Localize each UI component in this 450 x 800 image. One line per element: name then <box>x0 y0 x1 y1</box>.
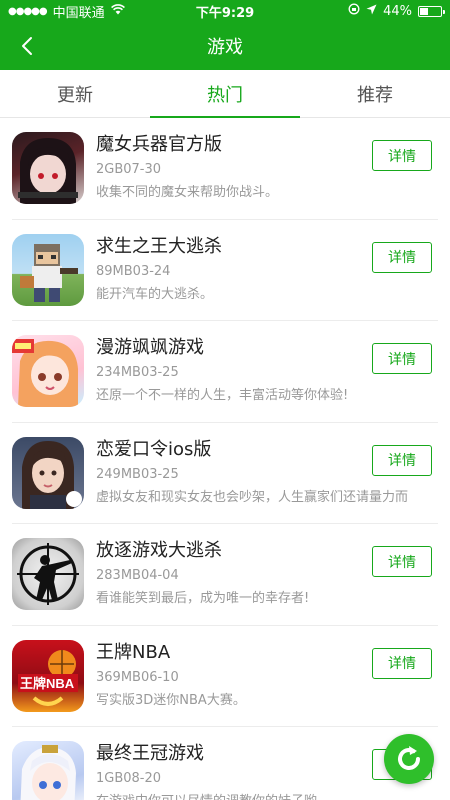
svg-text:王牌NBA: 王牌NBA <box>20 676 75 691</box>
status-bar: ●●●●● 中国联通 下午9:29 44% <box>0 0 450 22</box>
list-item[interactable]: 放逐游戏大逃杀 283MB04-04 看谁能笑到最后，成为唯一的幸存者! 详情 <box>12 524 438 626</box>
app-icon: 王牌NBA <box>12 639 84 712</box>
app-size-date: 234MB03-25 <box>96 365 179 380</box>
details-button[interactable]: 详情 <box>372 647 432 679</box>
app-icon <box>12 538 84 610</box>
app-size-date: 283MB04-04 <box>96 568 179 583</box>
app-description: 看谁能笑到最后，成为唯一的幸存者! <box>96 591 310 606</box>
app-list: 魔女兵器官方版 2GB07-30 收集不同的魔女来帮助你战斗。 详情 求生之王大… <box>0 118 450 800</box>
app-name: 漫游飒飒游戏 <box>96 337 204 358</box>
details-button[interactable]: 详情 <box>372 140 432 171</box>
app-description: 还原一个不一样的人生，丰富活动等你体验! <box>96 388 349 403</box>
app-description: 收集不同的魔女来帮助你战斗。 <box>96 185 279 200</box>
details-button[interactable]: 详情 <box>372 241 432 273</box>
app-size-date: 89MB03-24 <box>96 263 171 279</box>
app-description: 虚拟女友和现实女友也会吵架，人生赢家们还请量力而 <box>96 489 409 505</box>
app-name: 放逐游戏大逃杀 <box>96 540 222 561</box>
list-item[interactable]: 求生之王大逃杀 89MB03-24 能开汽车的大逃杀。 详情 <box>12 220 438 321</box>
app-description: 写实版3D迷你NBA大赛。 <box>96 692 246 708</box>
app-name: 最终王冠游戏 <box>96 743 204 764</box>
details-button[interactable]: 详情 <box>372 444 432 476</box>
list-item[interactable]: 魔女兵器官方版 2GB07-30 收集不同的魔女来帮助你战斗。 详情 <box>12 118 438 220</box>
tab-hot[interactable]: 热门 <box>150 70 300 118</box>
app-icon <box>12 436 84 509</box>
status-time: 下午9:29 <box>195 5 255 21</box>
page-title: 游戏 <box>207 37 243 58</box>
refresh-icon[interactable] <box>384 734 434 784</box>
app-icon <box>12 741 84 800</box>
app-name: 求生之王大逃杀 <box>96 235 222 257</box>
details-button[interactable]: 详情 <box>372 343 432 374</box>
list-item[interactable]: 最终王冠游戏 1GB08-20 在游戏中你可以尽情的调教你的妹子哟 详情 <box>12 727 438 800</box>
tab-update[interactable]: 更新 <box>0 70 150 117</box>
app-header: ●●●●● 中国联通 下午9:29 44% 游戏 <box>0 0 450 70</box>
list-item[interactable]: 王牌NBA 王牌NBA 369MB06-10 写实版3D迷你NBA大赛。 详情 <box>12 626 438 727</box>
app-name: 恋爱口令ios版 <box>96 438 212 460</box>
app-size-date: 369MB06-10 <box>96 669 179 685</box>
app-name: 王牌NBA <box>96 641 171 663</box>
app-size-date: 249MB03-25 <box>96 466 179 482</box>
app-icon <box>12 335 84 407</box>
battery-icon <box>418 5 445 17</box>
app-size-date: 1GB08-20 <box>96 771 162 786</box>
list-item[interactable]: 漫游飒飒游戏 234MB03-25 还原一个不一样的人生，丰富活动等你体验! 详… <box>12 321 438 423</box>
app-icon <box>12 132 84 204</box>
app-description: 在游戏中你可以尽情的调教你的妹子哟 <box>96 790 362 800</box>
app-description: 能开汽车的大逃杀。 <box>96 286 214 302</box>
tab-bar: 更新 热门 推荐 <box>0 70 450 118</box>
navigation-bar: 游戏 <box>0 22 450 70</box>
tab-recommend[interactable]: 推荐 <box>300 70 450 117</box>
app-name: 魔女兵器官方版 <box>96 134 222 155</box>
app-size-date: 2GB07-30 <box>96 162 162 177</box>
chevron-left-icon[interactable] <box>14 33 40 59</box>
details-button[interactable]: 详情 <box>372 546 432 577</box>
list-item[interactable]: 恋爱口令ios版 249MB03-25 虚拟女友和现实女友也会吵架，人生赢家们还… <box>12 423 438 524</box>
app-icon <box>12 233 84 306</box>
